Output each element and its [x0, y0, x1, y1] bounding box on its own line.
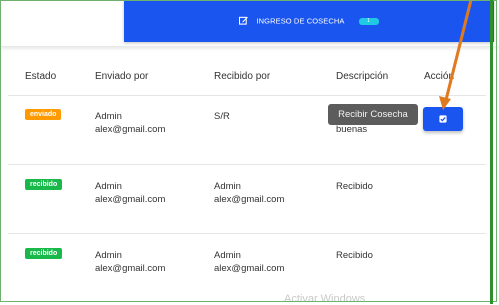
- window-frame-edge: [490, 0, 493, 304]
- window-frame: [0, 0, 497, 302]
